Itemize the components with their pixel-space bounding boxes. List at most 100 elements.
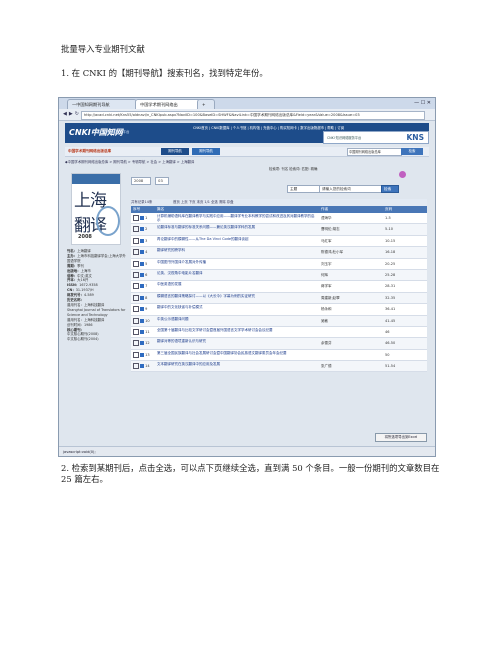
table-row[interactable]: 6 论英、汉视角中电影片名翻译 何辉 25-28 (131, 269, 427, 282)
header-title: 篇名 (157, 207, 165, 211)
row-checkbox[interactable] (133, 283, 139, 290)
row-author[interactable]: 杨永和 (321, 304, 371, 314)
help-icon[interactable] (399, 171, 406, 178)
row-checkbox[interactable] (133, 328, 139, 335)
table-row[interactable]: 2 论翻译标准与翻译的标准关系问题——兼论英汉翻译学科的发展 曹明伦;胡志 5-10 (131, 224, 427, 236)
document-icon (140, 238, 144, 243)
table-row[interactable]: 10 中英公示语翻译问题 吴敏 41-45 (131, 315, 427, 327)
top-search-button[interactable]: 检索 (401, 148, 423, 155)
row-title-link[interactable]: 论翻译标准与翻译的标准关系问题——兼论英汉翻译学科的发展 (157, 225, 315, 229)
row-title-link[interactable]: 中医英语的发展 (157, 282, 315, 286)
cnki-top-links[interactable]: CNKI首页 | CNKI数据库 | 个人书馆 | 机构馆 | 充值中心 | 购… (193, 125, 344, 130)
row-author[interactable]: 周建新;赵翠 (321, 293, 371, 303)
document-icon (140, 284, 144, 289)
row-checkbox[interactable] (133, 215, 139, 221)
row-title-link[interactable]: 中英公示语翻译问题 (157, 317, 315, 321)
issue-select[interactable]: 03 (155, 177, 170, 185)
tab-journal-navigation-active[interactable]: 期刊导航 (192, 148, 220, 155)
row-checkbox[interactable] (133, 351, 139, 358)
sidebar-info-value: 1672-9358 (79, 283, 98, 288)
row-title-link[interactable]: 论英、汉视角中电影片名翻译 (157, 271, 315, 275)
sidebar-info-key: 邮发代号： (67, 293, 84, 298)
row-title-link[interactable]: 第三届全国民族翻译与社会发展研讨会暨中国翻译协会民族语文翻译委员会年会纪要 (157, 351, 315, 355)
row-checkbox[interactable] (133, 249, 139, 256)
row-title-link[interactable]: 全国第十届翻译与比较文学研讨会暨首届外国语言文学学术研讨会会议纪要 (157, 328, 315, 332)
row-checkbox[interactable] (133, 306, 139, 313)
row-checkbox[interactable] (133, 363, 139, 370)
document-icon (140, 250, 144, 255)
row-title-link[interactable]: 翻译研究的跨学科 (157, 248, 315, 252)
page-heading: 批量导入专业期刊文献 (61, 44, 145, 54)
document-icon (140, 307, 144, 312)
table-row[interactable]: 3 再论翻译中的模糊性——从The Da Vinci Code的翻译谈起 马红军 10… (131, 235, 427, 248)
sidebar-info-line: 主办：上海市科技翻译学会;上海大学外国语学院 (67, 254, 127, 264)
query-input[interactable]: 请输入您的检索词 (319, 185, 385, 193)
row-title-link[interactable]: 文本翻译研究在英汉翻译中的应用及发展 (157, 362, 315, 366)
table-row[interactable]: 1 计算机辅助语料库在翻译教学与实践中应用——翻译学专业本科教学的尝试和改进及其对… (131, 213, 427, 225)
url-input[interactable]: http://acad.cnki.net/Kns55/oldnavi/n_CNK… (81, 111, 425, 120)
field-select[interactable]: 主题 (287, 185, 321, 193)
row-author[interactable]: 何辉 (321, 270, 371, 280)
row-author[interactable]: 马红军 (321, 236, 371, 246)
table-row[interactable]: 5 中国图书外国译介发展对外传播 刘玉宇 20-25 (131, 258, 427, 270)
document-icon (140, 318, 144, 323)
year-select[interactable]: 2008 (131, 177, 151, 185)
table-row[interactable]: 7 中医英语的发展 蒋学军 28-31 (131, 281, 427, 293)
journal-cover[interactable]: 上海翻译 2008 (71, 173, 121, 245)
row-title-link[interactable]: 计算机辅助语料库在翻译教学与实践中应用——翻译学专业本科教学的尝试和改进及其对翻… (157, 214, 315, 223)
row-pages: 1-5 (385, 216, 391, 220)
row-number: 9 (133, 304, 155, 314)
row-author[interactable]: 陈德鸿;杜小军 (321, 247, 371, 257)
sidebar-info-value: 4-589 (83, 293, 94, 298)
row-pages: 5-10 (385, 227, 393, 232)
header-page: 页码 (385, 207, 393, 211)
table-row[interactable]: 14 文本翻译研究在英汉翻译中的应用及发展 张广德 51-54 (131, 361, 427, 373)
row-checkbox[interactable] (133, 226, 139, 233)
header-author: 作者 (321, 207, 329, 211)
row-title-link[interactable]: 翻译对等的语境重新认识与研究 (157, 339, 315, 343)
tab-journal-navigation[interactable]: 期刊导航 (161, 148, 189, 155)
row-title-link[interactable]: 再论翻译中的模糊性——从The Da Vinci Code的翻译谈起 (157, 237, 315, 241)
row-author[interactable]: 刘玉宇 (321, 259, 371, 269)
row-number: 10 (133, 316, 155, 326)
row-title-link[interactable]: 翻译中的文化缺省与补偿模式 (157, 305, 315, 309)
row-author[interactable]: 吴敏 (321, 316, 371, 326)
row-checkbox[interactable] (133, 237, 139, 244)
row-pages: 16-18 (385, 250, 396, 255)
row-number-text: 13 (145, 352, 150, 357)
table-row[interactable]: 13 第三届全国民族翻译与社会发展研讨会暨中国翻译协会民族语文翻译委员会年会纪要 5… (131, 349, 427, 362)
document-icon (140, 329, 144, 334)
database-select[interactable]: 中国期刊网络出版总库 (347, 148, 402, 156)
table-row[interactable]: 11 全国第十届翻译与比较文学研讨会暨首届外国语言文学学术研讨会会议纪要 46 (131, 326, 427, 339)
row-title-link[interactable]: 模糊语言的翻译策略探讨——以《大长今》字幕为例的实证研究 (157, 294, 315, 298)
row-author[interactable]: 谭海华 (321, 213, 371, 223)
row-checkbox[interactable] (133, 317, 139, 324)
breadcrumb[interactable]: ◆中国学术期刊网络出版总库 > 期刊导航 > 专辑导航 > 社会 > 上海翻译 … (65, 159, 194, 164)
document-icon (140, 352, 144, 357)
row-number-text: 7 (145, 284, 148, 289)
row-author[interactable]: 余雪芬 (321, 338, 371, 348)
step-1-text: 1. 在 CNKI 的【期刊导航】搜索刊名，找到特定年份。 (61, 68, 268, 78)
sidebar-info-line: Shanghai Journal of Translators for Scie… (67, 308, 127, 318)
table-row[interactable]: 4 翻译研究的跨学科 陈德鸿;杜小军 16-18 (131, 247, 427, 259)
sidebar-info-value: 上海翻译 (77, 249, 91, 253)
window-controls-icon[interactable]: — ☐ ✕ (414, 100, 431, 106)
table-row[interactable]: 8 模糊语言的翻译策略探讨——以《大长今》字幕为例的实证研究 周建新;赵翠 32-35 (131, 292, 427, 305)
row-checkbox[interactable] (133, 340, 139, 347)
row-author[interactable]: 曹明伦;胡志 (321, 224, 371, 234)
table-row[interactable]: 12 翻译对等的语境重新认识与研究 余雪芬 46-50 (131, 338, 427, 350)
back-forward-icon[interactable]: ◀▶↻ (63, 111, 81, 117)
row-number: 7 (133, 281, 155, 291)
table-row[interactable]: 9 翻译中的文化缺省与补偿模式 杨永和 36-41 (131, 304, 427, 316)
row-number-text: 2 (145, 227, 148, 232)
journal-search-button[interactable]: 检索 (381, 185, 399, 193)
export-button[interactable]: 将所选项导出到Excel (375, 433, 427, 442)
row-title-link[interactable]: 中国图书外国译介发展对外传播 (157, 260, 315, 264)
row-checkbox[interactable] (133, 271, 139, 278)
row-checkbox[interactable] (133, 294, 139, 301)
row-author[interactable]: 蒋学军 (321, 281, 371, 291)
header-no: 序号 (133, 207, 141, 211)
results-paging[interactable]: 首页 上页 下页 末页 1/1 全选 清除 存盘 (173, 199, 233, 206)
row-checkbox[interactable] (133, 260, 139, 267)
row-author[interactable]: 张广德 (321, 361, 371, 371)
